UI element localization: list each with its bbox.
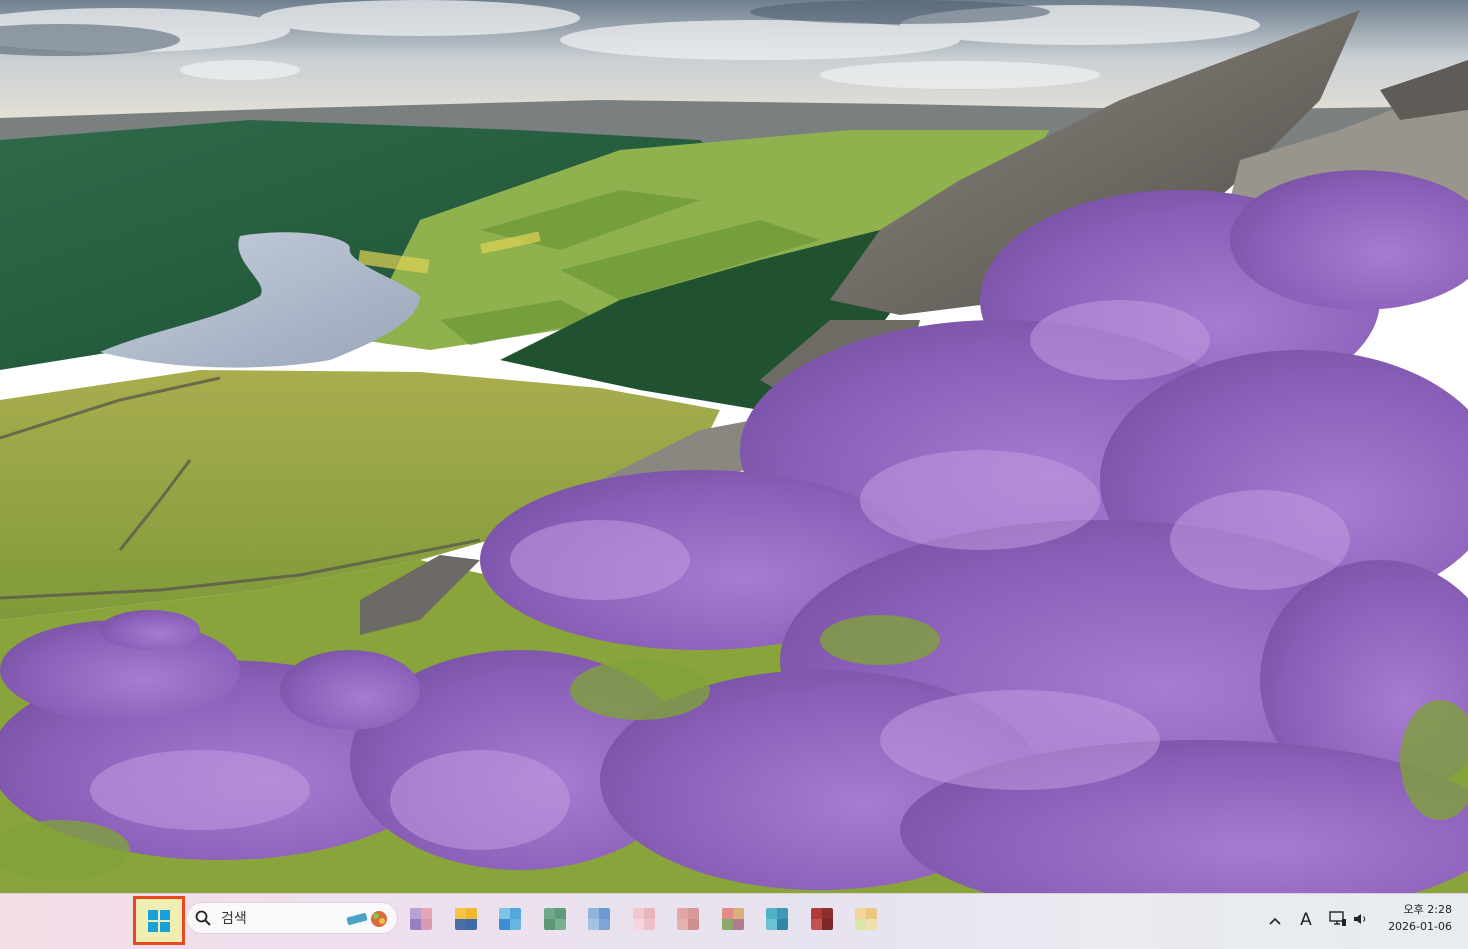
app-icon-tile bbox=[766, 919, 777, 930]
app-icon-tile bbox=[632, 919, 644, 930]
app-icon-tile bbox=[732, 908, 744, 919]
app-icon-tile bbox=[677, 919, 688, 930]
app-icon-tile bbox=[732, 919, 744, 930]
taskbar-app-9[interactable] bbox=[766, 908, 788, 930]
app-icon-tile bbox=[510, 919, 521, 930]
app-icon-tile bbox=[643, 908, 655, 919]
app-icon-tile bbox=[465, 919, 477, 930]
app-icon-tile bbox=[777, 908, 788, 919]
taskbar-app-11[interactable] bbox=[855, 908, 877, 930]
taskbar-search-box[interactable]: 검색 bbox=[186, 902, 398, 934]
app-icon-tile bbox=[588, 908, 599, 919]
taskbar-app-2[interactable] bbox=[454, 908, 477, 930]
app-icon-tile bbox=[599, 908, 610, 919]
app-icon-tile bbox=[810, 919, 822, 930]
app-icon-tile bbox=[410, 919, 421, 930]
app-icon-tile bbox=[465, 908, 477, 919]
app-icon-tile bbox=[643, 919, 655, 930]
volume-icon[interactable] bbox=[1352, 910, 1370, 928]
start-button[interactable] bbox=[133, 896, 185, 945]
app-icon-tile bbox=[821, 908, 833, 919]
taskbar: 검색 A 오후 2:28 2026-01-06 bbox=[0, 893, 1468, 949]
app-icon-tile bbox=[866, 919, 877, 930]
app-icon-tile bbox=[821, 919, 833, 930]
search-placeholder: 검색 bbox=[221, 911, 247, 927]
clock-time: 오후 2:28 bbox=[1403, 903, 1452, 916]
chevron-up-icon[interactable] bbox=[1266, 912, 1284, 930]
clock-date: 2026-01-06 bbox=[1388, 920, 1452, 933]
search-highlight-icon bbox=[346, 911, 387, 927]
app-icon-tile bbox=[721, 908, 733, 919]
app-icon-tile bbox=[454, 919, 466, 930]
app-icon-tile bbox=[766, 908, 777, 919]
desktop[interactable] bbox=[0, 0, 1468, 893]
taskbar-app-6[interactable] bbox=[632, 908, 655, 930]
app-icon-tile bbox=[855, 919, 866, 930]
taskbar-app-5[interactable] bbox=[588, 908, 610, 930]
app-icon-tile bbox=[855, 908, 866, 919]
ime-label: A bbox=[1300, 910, 1312, 930]
app-icon-tile bbox=[688, 908, 699, 919]
app-icon-tile bbox=[632, 908, 644, 919]
ime-indicator[interactable]: A bbox=[1296, 908, 1316, 932]
taskbar-app-10[interactable] bbox=[810, 908, 833, 930]
app-icon-tile bbox=[777, 919, 788, 930]
app-icon-tile bbox=[554, 908, 566, 919]
taskbar-app-1[interactable] bbox=[410, 908, 432, 930]
app-icon-tile bbox=[677, 908, 688, 919]
taskbar-app-3[interactable] bbox=[499, 908, 521, 930]
app-icon-tile bbox=[510, 908, 521, 919]
app-icon-tile bbox=[866, 908, 877, 919]
app-icon-tile bbox=[499, 919, 510, 930]
clock[interactable]: 오후 2:28 2026-01-06 bbox=[1382, 901, 1452, 935]
app-icon-tile bbox=[454, 908, 466, 919]
app-icon-tile bbox=[421, 919, 432, 930]
app-icon-tile bbox=[421, 908, 432, 919]
windows-logo-icon bbox=[148, 909, 170, 932]
app-icon-tile bbox=[721, 919, 733, 930]
taskbar-app-4[interactable] bbox=[543, 908, 566, 930]
app-icon-tile bbox=[543, 908, 555, 919]
network-icon[interactable] bbox=[1328, 909, 1348, 929]
taskbar-app-8[interactable] bbox=[721, 908, 744, 930]
app-icon-tile bbox=[588, 919, 599, 930]
app-icon-tile bbox=[810, 908, 822, 919]
app-icon-tile bbox=[599, 919, 610, 930]
desktop-wallpaper bbox=[0, 0, 1468, 893]
app-icon-tile bbox=[410, 908, 421, 919]
app-icon-tile bbox=[554, 919, 566, 930]
app-icon-tile bbox=[543, 919, 555, 930]
taskbar-app-7[interactable] bbox=[677, 908, 699, 930]
app-icon-tile bbox=[688, 919, 699, 930]
search-icon bbox=[195, 910, 211, 926]
app-icon-tile bbox=[499, 908, 510, 919]
